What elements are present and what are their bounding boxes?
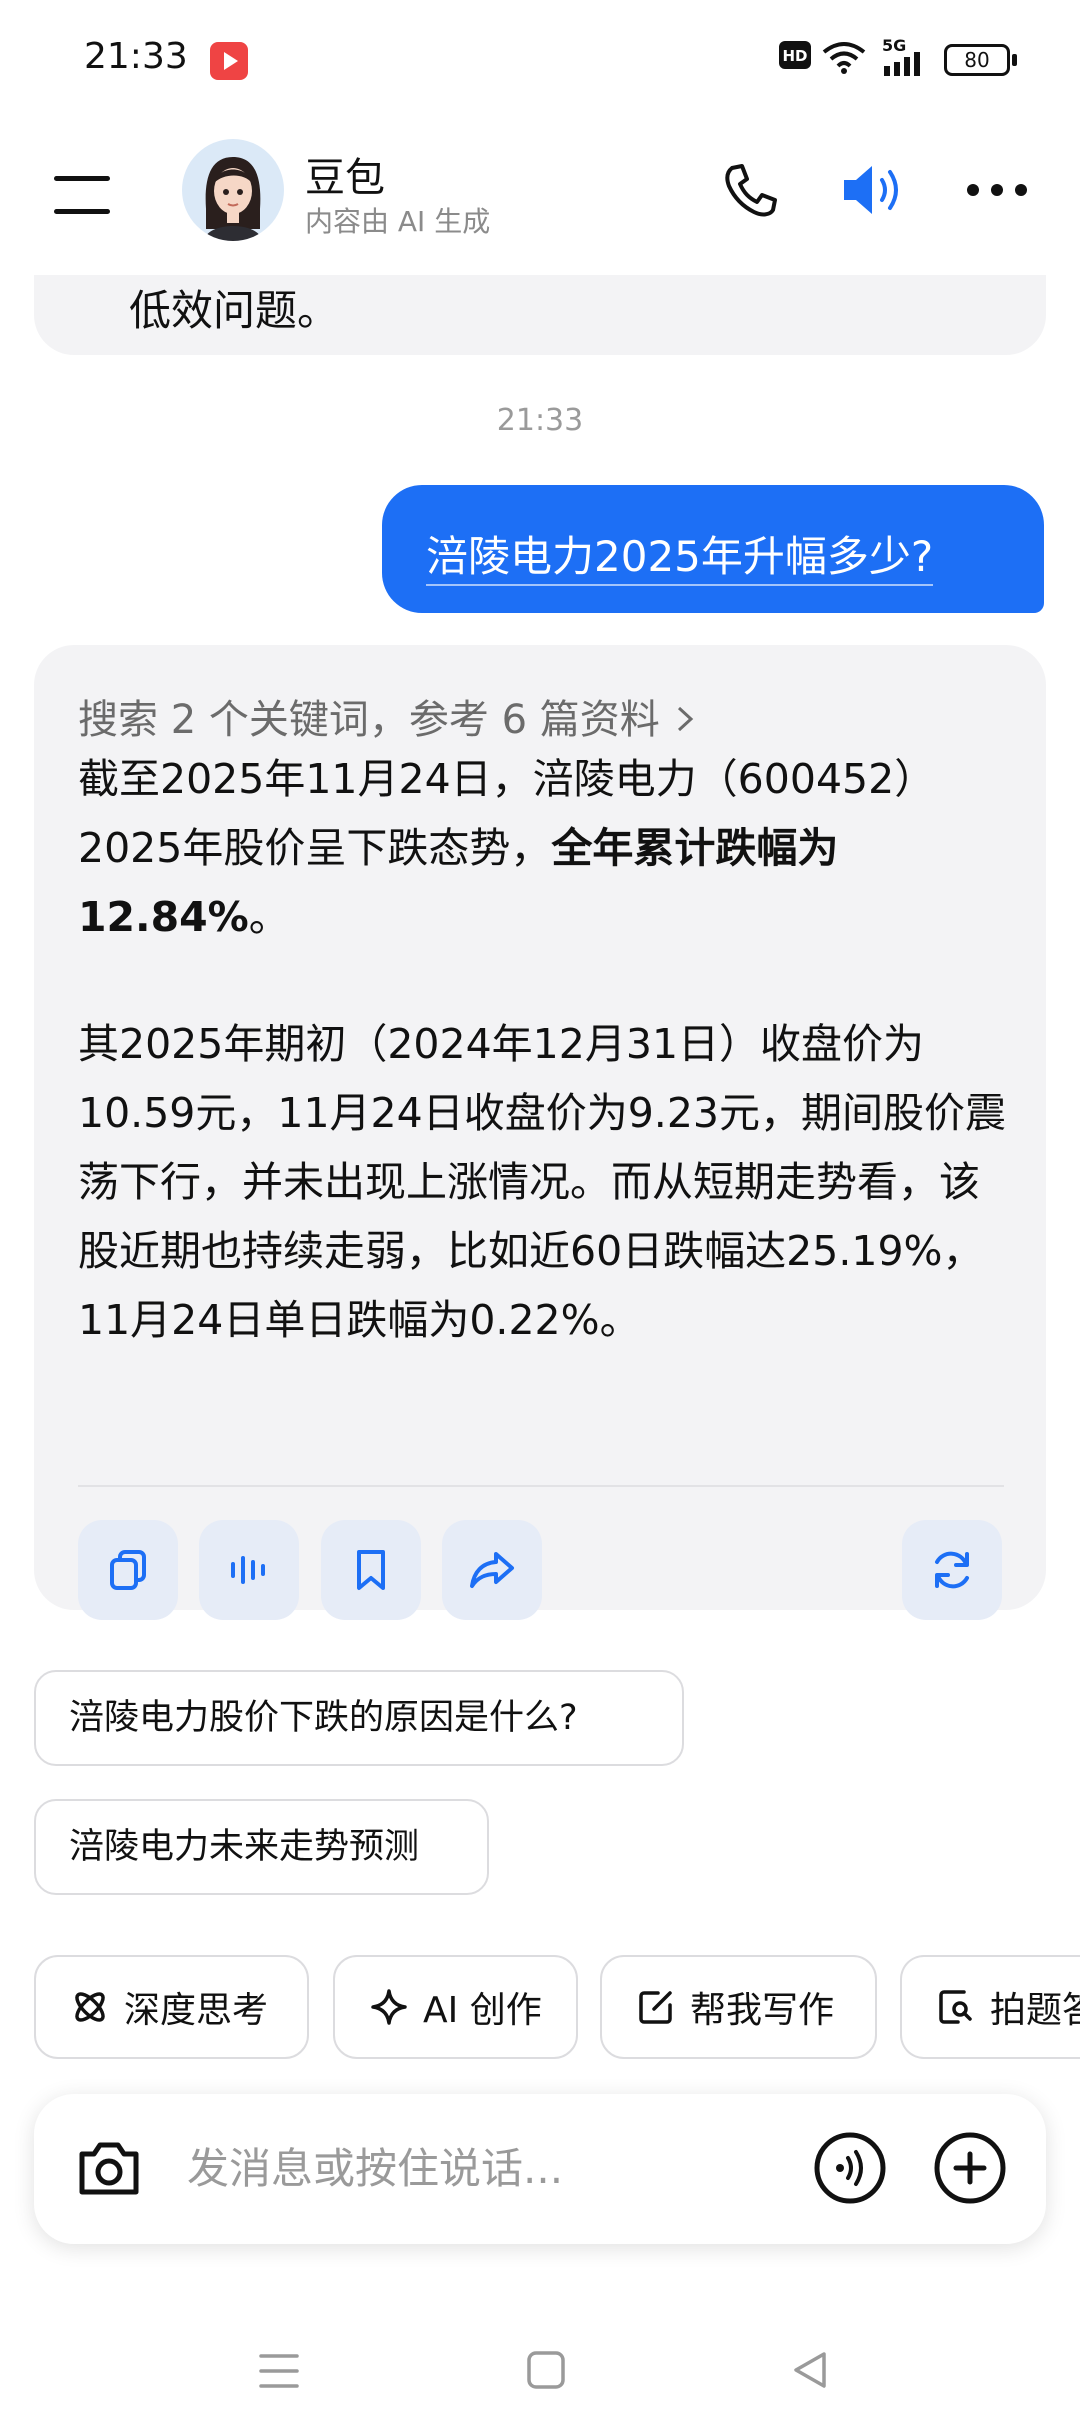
recent-apps-icon[interactable] xyxy=(258,2352,300,2390)
read-aloud-button[interactable] xyxy=(199,1520,299,1620)
edit-icon xyxy=(639,1991,672,2024)
share-button[interactable] xyxy=(442,1520,542,1620)
user-message-bubble[interactable]: 涪陵电力2025年升幅多少? xyxy=(382,485,1044,613)
chevron-right-icon xyxy=(676,697,694,743)
search-references-text: 搜索 2 个关键词，参考 6 篇资料 xyxy=(78,697,660,743)
chip-label: 深度思考 xyxy=(124,1990,269,2031)
battery-level: 80 xyxy=(964,48,990,72)
plus-icon[interactable] xyxy=(932,2130,1008,2206)
chip-label: 拍题答疑 xyxy=(990,1990,1080,2031)
bot-message-bubble: 搜索 2 个关键词，参考 6 篇资料 截至2025年11月24日，涪陵电力（60… xyxy=(34,645,1046,1620)
phone-icon[interactable] xyxy=(720,160,780,220)
previous-bot-bubble: 低效问题。 xyxy=(34,275,1046,355)
chip-label: AI 创作 xyxy=(423,1990,542,2031)
refresh-icon xyxy=(935,1551,969,1589)
more-icon[interactable] xyxy=(965,180,1029,200)
message-timestamp: 21:33 xyxy=(496,403,584,438)
avatar[interactable] xyxy=(182,139,284,241)
suggested-question-1[interactable]: 涪陵电力股价下跌的原因是什么? xyxy=(34,1670,684,1766)
menu-icon[interactable] xyxy=(54,170,110,220)
chat-area[interactable]: 低效问题。 21:33 涪陵电力2025年升幅多少? 搜索 2 个关键词，参考 … xyxy=(0,275,1080,2105)
share-icon xyxy=(470,1552,514,1588)
soundwave-icon xyxy=(231,1556,265,1584)
ai-disclaimer: 内容由 AI 生成 xyxy=(305,205,491,238)
sparkle-icon xyxy=(371,1989,407,2025)
status-bar: 21:33 HD 5G 80 xyxy=(0,0,1080,125)
voice-input-icon[interactable] xyxy=(812,2130,888,2206)
ai-create-chip[interactable]: AI 创作 xyxy=(333,1955,578,2059)
atom-icon xyxy=(75,1992,105,2022)
answer-paragraph-1: 截至2025年11月24日，涪陵电力（600452）2025年股价呈下跌态势，全… xyxy=(78,745,1008,952)
message-input[interactable] xyxy=(187,2132,787,2204)
svg-text:HD: HD xyxy=(782,47,807,65)
divider xyxy=(78,1485,1004,1487)
previous-message-fragment: 低效问题。 xyxy=(129,286,340,335)
chip-label: 帮我写作 xyxy=(690,1990,835,2031)
signal-icon xyxy=(884,52,920,76)
speaker-icon[interactable] xyxy=(840,160,910,220)
back-icon[interactable] xyxy=(790,2350,830,2390)
bot-name: 豆包 xyxy=(305,155,385,201)
scan-question-icon xyxy=(939,1990,972,2024)
user-message-text: 涪陵电力2025年升幅多少? xyxy=(426,523,934,586)
system-nav-bar xyxy=(0,2300,1080,2412)
wifi-icon xyxy=(822,42,866,74)
battery-tip xyxy=(1012,54,1017,66)
home-icon[interactable] xyxy=(526,2350,566,2390)
suggested-question-2[interactable]: 涪陵电力未来走势预测 xyxy=(34,1799,489,1895)
camera-icon[interactable] xyxy=(76,2138,142,2200)
message-input-bar xyxy=(34,2094,1046,2244)
hd-icon: HD xyxy=(779,41,811,69)
video-app-notification-icon xyxy=(210,42,248,80)
bookmark-button[interactable] xyxy=(321,1520,421,1620)
battery-icon: 80 xyxy=(944,44,1010,76)
photo-question-chip[interactable]: 拍题答疑 xyxy=(900,1955,1080,2059)
answer-paragraph-2: 其2025年期初（2024年12月31日）收盘价为10.59元，11月24日收盘… xyxy=(78,1020,1007,1344)
regenerate-button[interactable] xyxy=(902,1520,1002,1620)
status-time: 21:33 xyxy=(84,36,188,77)
answer-text-end: 。 xyxy=(248,893,290,941)
copy-button[interactable] xyxy=(78,1520,178,1620)
deep-think-chip[interactable]: 深度思考 xyxy=(34,1955,309,2059)
copy-icon xyxy=(110,1550,146,1590)
search-references-link[interactable]: 搜索 2 个关键词，参考 6 篇资料 xyxy=(78,687,694,745)
bookmark-icon xyxy=(357,1550,385,1590)
help-write-chip[interactable]: 帮我写作 xyxy=(600,1955,877,2059)
chat-header: 豆包 内容由 AI 生成 xyxy=(0,125,1080,275)
